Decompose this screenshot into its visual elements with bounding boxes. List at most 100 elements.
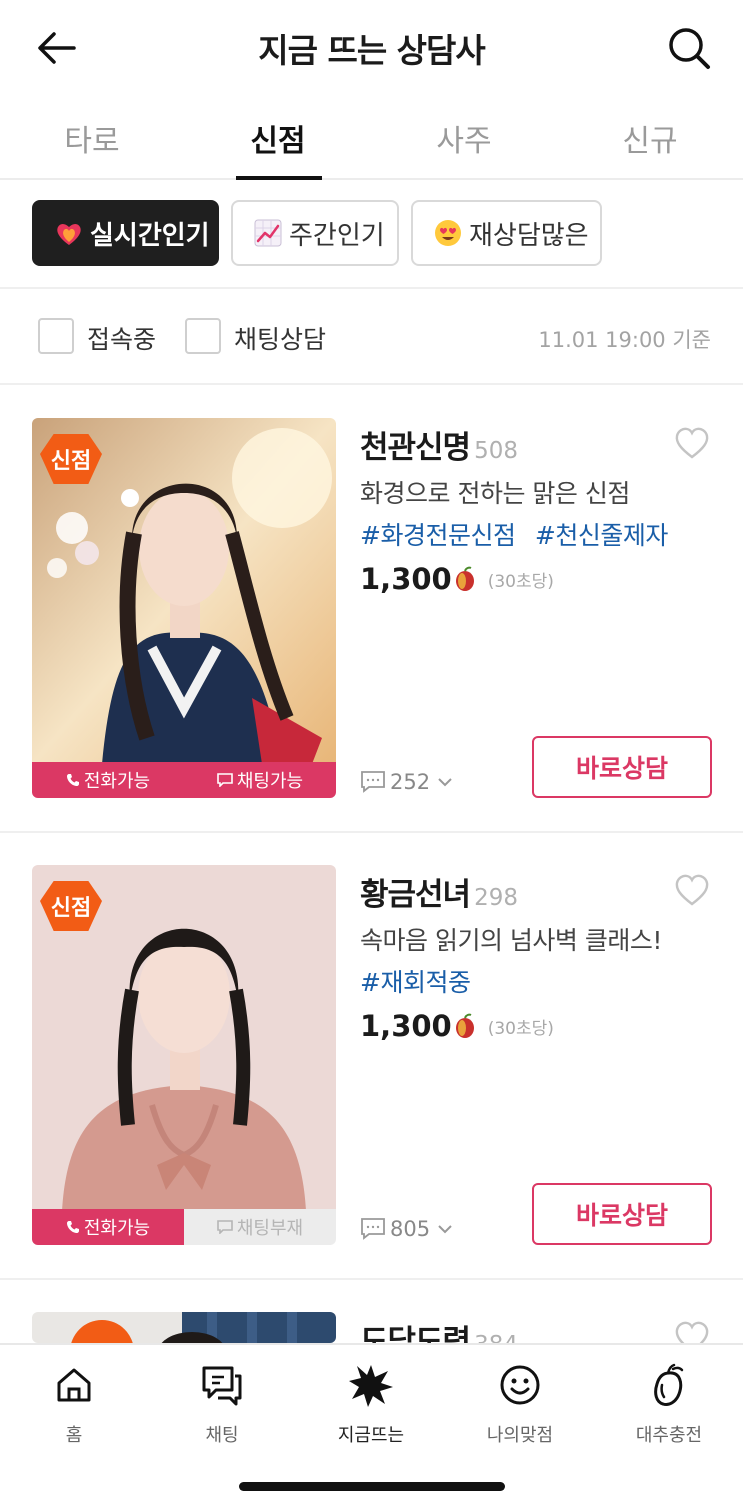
review-count[interactable]: 252 [360,770,458,794]
nav-my-match[interactable]: 나의맞점 [470,1363,570,1447]
chevron-down-icon [438,778,452,787]
review-number: 805 [390,1217,431,1241]
jujube-coin-icon [455,1013,474,1038]
counselor-card[interactable]: 도담도령384 [0,1312,743,1343]
heart-eyes-emoji-icon [433,218,463,248]
divider [0,1278,743,1280]
chat-label: 채팅가능 [236,771,304,792]
counselor-name: 도담도령384 [360,1316,518,1343]
filter-label: 실시간인기 [90,220,210,251]
tab-shinjeom[interactable]: 신점 [218,116,338,160]
nav-recharge[interactable]: 대추충전 [619,1363,719,1447]
phone-label: 전화가능 [83,1218,151,1239]
chat-icon [202,1366,242,1406]
phone-available: 전화가능 [32,762,184,798]
tab-saju[interactable]: 사주 [404,116,524,160]
chat-unavailable: 채팅부재 [184,1209,336,1245]
phone-icon [66,774,79,786]
online-checkbox[interactable] [38,318,74,354]
filter-label: 주간인기 [289,220,385,251]
price-value: 1,300 [360,562,452,596]
price-row: 1,300 (30초당) [360,1009,554,1043]
bottom-navigation: 홈 채팅 지금뜨는 나의맞점 대추충전 [0,1343,743,1507]
consult-now-button[interactable]: 바로상담 [532,1183,712,1245]
counselor-photo[interactable]: 신점 전화가능 채팅부재 [32,865,336,1245]
availability-bar: 전화가능 채팅가능 [32,762,336,798]
tab-new[interactable]: 신규 [590,116,710,160]
burst-icon [349,1365,393,1407]
counselor-tags: #재회적중 [360,963,482,999]
nav-label: 나의맞점 [486,1425,554,1446]
divider [0,383,743,385]
search-button[interactable] [667,26,713,70]
chat-consult-checkbox[interactable] [185,318,221,354]
nav-chat[interactable]: 채팅 [172,1363,272,1447]
chat-bubble-icon [217,773,233,787]
price-unit: (30초당) [487,571,554,592]
tab-tarot[interactable]: 타로 [32,116,152,160]
price-row: 1,300 (30초당) [360,562,554,596]
search-icon [669,28,710,69]
heart-outline-icon [675,874,709,906]
jujube-icon [654,1363,684,1406]
review-count[interactable]: 805 [360,1217,458,1241]
favorite-button[interactable] [674,426,710,460]
counselor-card[interactable]: 신점 전화가능 채팅부재 황금선녀 298 속마음 읽기의 넘사벽 클래스! #재… [0,865,743,1247]
hashtag[interactable]: #재회적중 [360,968,471,997]
counselor-photo[interactable] [32,1312,336,1343]
heart-outline-icon [675,1321,709,1343]
header: 지금 뜨는 상담사 [0,0,743,96]
smiley-icon [500,1365,540,1405]
divider [0,287,743,289]
review-number: 252 [390,770,431,794]
counselor-description: 화경으로 전하는 맑은 신점 [360,479,630,508]
tab-active-indicator [236,176,322,180]
divider [0,831,743,833]
nav-label: 지금뜨는 [337,1425,405,1446]
options-row: 접속중 채팅상담 11.01 19:00 기준 [0,312,743,362]
hashtag[interactable]: #천신줄제자 [535,521,668,550]
counselor-portrait-image [32,1312,336,1343]
online-label[interactable]: 접속중 [87,320,156,356]
favorite-button[interactable] [674,873,710,907]
counselor-code: 298 [474,885,518,911]
home-indicator[interactable] [239,1482,505,1491]
availability-bar: 전화가능 채팅부재 [32,1209,336,1245]
chat-consult-label[interactable]: 채팅상담 [234,320,326,356]
nav-label: 채팅 [205,1425,239,1446]
chat-available: 채팅가능 [184,762,336,798]
price-value: 1,300 [360,1009,452,1043]
home-icon [57,1368,91,1402]
category-tabs: 타로 신점 사주 신규 [0,96,743,180]
chat-bubble-icon [217,1220,233,1234]
filter-realtime-popular[interactable]: 실시간인기 [32,200,219,266]
counselor-photo[interactable]: 신점 전화가능 채팅가능 [32,418,336,798]
nav-label: 대추충전 [635,1425,703,1446]
consult-now-button[interactable]: 바로상담 [532,736,712,798]
comment-icon [361,1218,385,1240]
counselor-name: 황금선녀 298 [360,877,518,913]
updated-timestamp: 11.01 19:00 기준 [538,328,711,352]
chat-label: 채팅부재 [236,1218,304,1239]
filter-weekly-popular[interactable]: 주간인기 [231,200,399,266]
favorite-button[interactable] [674,1320,710,1343]
nav-label: 홈 [65,1425,83,1446]
nav-trending[interactable]: 지금뜨는 [321,1363,421,1447]
page-title: 지금 뜨는 상담사 [258,31,486,70]
hashtag[interactable]: #화경전문신점 [360,521,516,550]
heart-fire-icon [54,218,84,248]
comment-icon [361,771,385,793]
counselor-code: 384 [474,1332,518,1343]
phone-available: 전화가능 [32,1209,184,1245]
jujube-coin-icon [455,566,474,591]
counselor-card[interactable]: 신점 전화가능 채팅가능 천관신명 508 화경으로 전하는 맑은 신점 #화경전… [0,418,743,800]
nav-home[interactable]: 홈 [24,1363,124,1447]
phone-icon [66,1221,79,1233]
filter-repeat-consult[interactable]: 재상담많은 [411,200,602,266]
counselor-description: 속마음 읽기의 넘사벽 클래스! [360,926,662,955]
filter-label: 재상담많은 [469,220,589,251]
counselor-name: 천관신명 508 [360,430,518,466]
price-unit: (30초당) [487,1018,554,1039]
phone-label: 전화가능 [83,771,151,792]
chevron-down-icon [438,1225,452,1234]
